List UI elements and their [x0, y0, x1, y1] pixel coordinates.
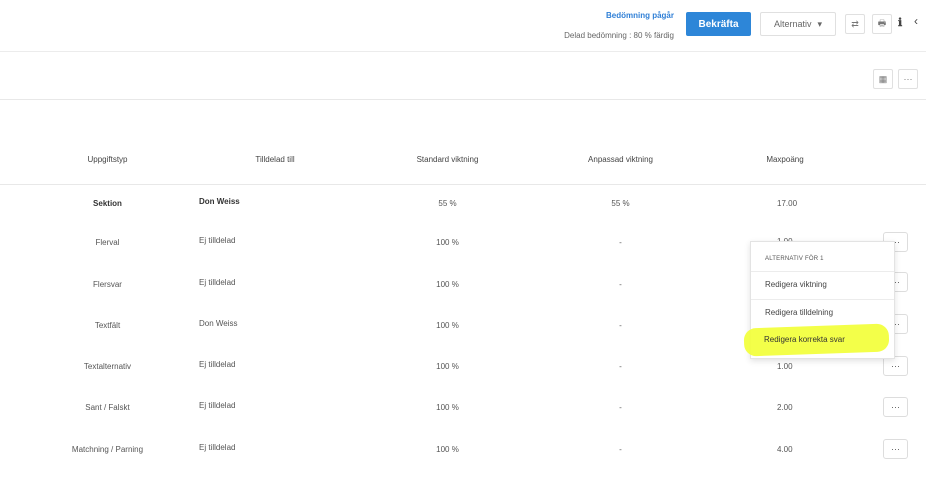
column-header-standard-weight: Standard viktning — [416, 155, 479, 164]
row-standard-weight: 100 % — [436, 445, 459, 454]
menu-divider — [751, 299, 894, 300]
row-standard-weight: 55 % — [438, 199, 457, 208]
row-standard-weight: 100 % — [436, 280, 459, 289]
row-assigned: Ej tilldelad — [199, 278, 236, 287]
row-custom-weight: - — [619, 445, 622, 454]
chevron-left-icon[interactable]: ‹ — [914, 14, 918, 28]
menu-item-edit-weight[interactable]: Redigera viktning — [765, 280, 827, 289]
calendar-icon[interactable]: ▦ — [873, 69, 893, 89]
row-custom-weight: - — [619, 280, 622, 289]
row-assigned: Don Weiss — [199, 197, 240, 206]
row-custom-weight: - — [619, 362, 622, 371]
options-dropdown[interactable]: Alternativ ▾ — [760, 12, 836, 36]
info-icon[interactable]: ℹ — [898, 16, 902, 29]
row-max-points: 17.00 — [777, 199, 798, 208]
menu-item-edit-correct-answers[interactable]: Redigera korrekta svar — [764, 335, 845, 344]
menu-heading: ALTERNATIV FÖR 1 — [765, 256, 824, 262]
row-custom-weight: - — [619, 238, 622, 247]
row-custom-weight: - — [619, 321, 622, 330]
table-header-divider — [0, 184, 926, 185]
row-standard-weight: 100 % — [436, 238, 459, 247]
menu-item-edit-assignment[interactable]: Redigera tilldelning — [765, 308, 833, 317]
row-more-button[interactable]: ··· — [883, 439, 908, 459]
row-max-points: 1.00 — [777, 362, 793, 371]
options-label: Alternativ — [773, 19, 812, 29]
row-custom-weight: - — [619, 403, 622, 412]
row-assigned: Ej tilldelad — [199, 360, 236, 369]
row-type: Textalternativ — [83, 362, 132, 371]
row-type: Sektion — [93, 199, 122, 208]
toolbar-divider — [0, 99, 926, 100]
column-header-max-points: Maxpoäng — [766, 155, 804, 164]
row-type: Flersvar — [93, 280, 122, 289]
row-type: Matchning / Parning — [71, 445, 144, 454]
row-custom-weight: 55 % — [611, 199, 630, 208]
status-subtitle: Delad bedömning : 80 % färdig — [564, 31, 674, 40]
header-divider — [0, 51, 926, 52]
swap-icon[interactable]: ⇄ — [845, 14, 865, 34]
print-icon[interactable]: 🖶 — [872, 14, 892, 34]
row-standard-weight: 100 % — [436, 362, 459, 371]
column-header-custom-weight: Anpassad viktning — [588, 155, 653, 164]
confirm-button[interactable]: Bekräfta — [686, 12, 751, 36]
column-header-type: Uppgiftstyp — [87, 155, 128, 164]
row-assigned: Ej tilldelad — [199, 443, 236, 452]
row-more-button[interactable]: ··· — [883, 356, 908, 376]
row-assigned: Ej tilldelad — [199, 401, 236, 410]
row-type: Flerval — [95, 238, 120, 247]
row-max-points: 4.00 — [777, 445, 793, 454]
row-assigned: Don Weiss — [199, 319, 238, 328]
row-standard-weight: 100 % — [436, 403, 459, 412]
menu-divider — [751, 271, 894, 272]
row-type: Textfält — [94, 321, 121, 330]
column-header-assigned: Tilldelad till — [255, 155, 295, 164]
more-options-button[interactable]: ··· — [898, 69, 918, 89]
row-assigned: Ej tilldelad — [199, 236, 236, 245]
row-max-points: 2.00 — [777, 403, 793, 412]
row-standard-weight: 100 % — [436, 321, 459, 330]
chevron-down-icon: ▾ — [817, 18, 823, 29]
row-type: Sant / Falskt — [85, 403, 130, 412]
row-more-button[interactable]: ··· — [883, 397, 908, 417]
status-title: Bedömning pågår — [605, 11, 674, 20]
